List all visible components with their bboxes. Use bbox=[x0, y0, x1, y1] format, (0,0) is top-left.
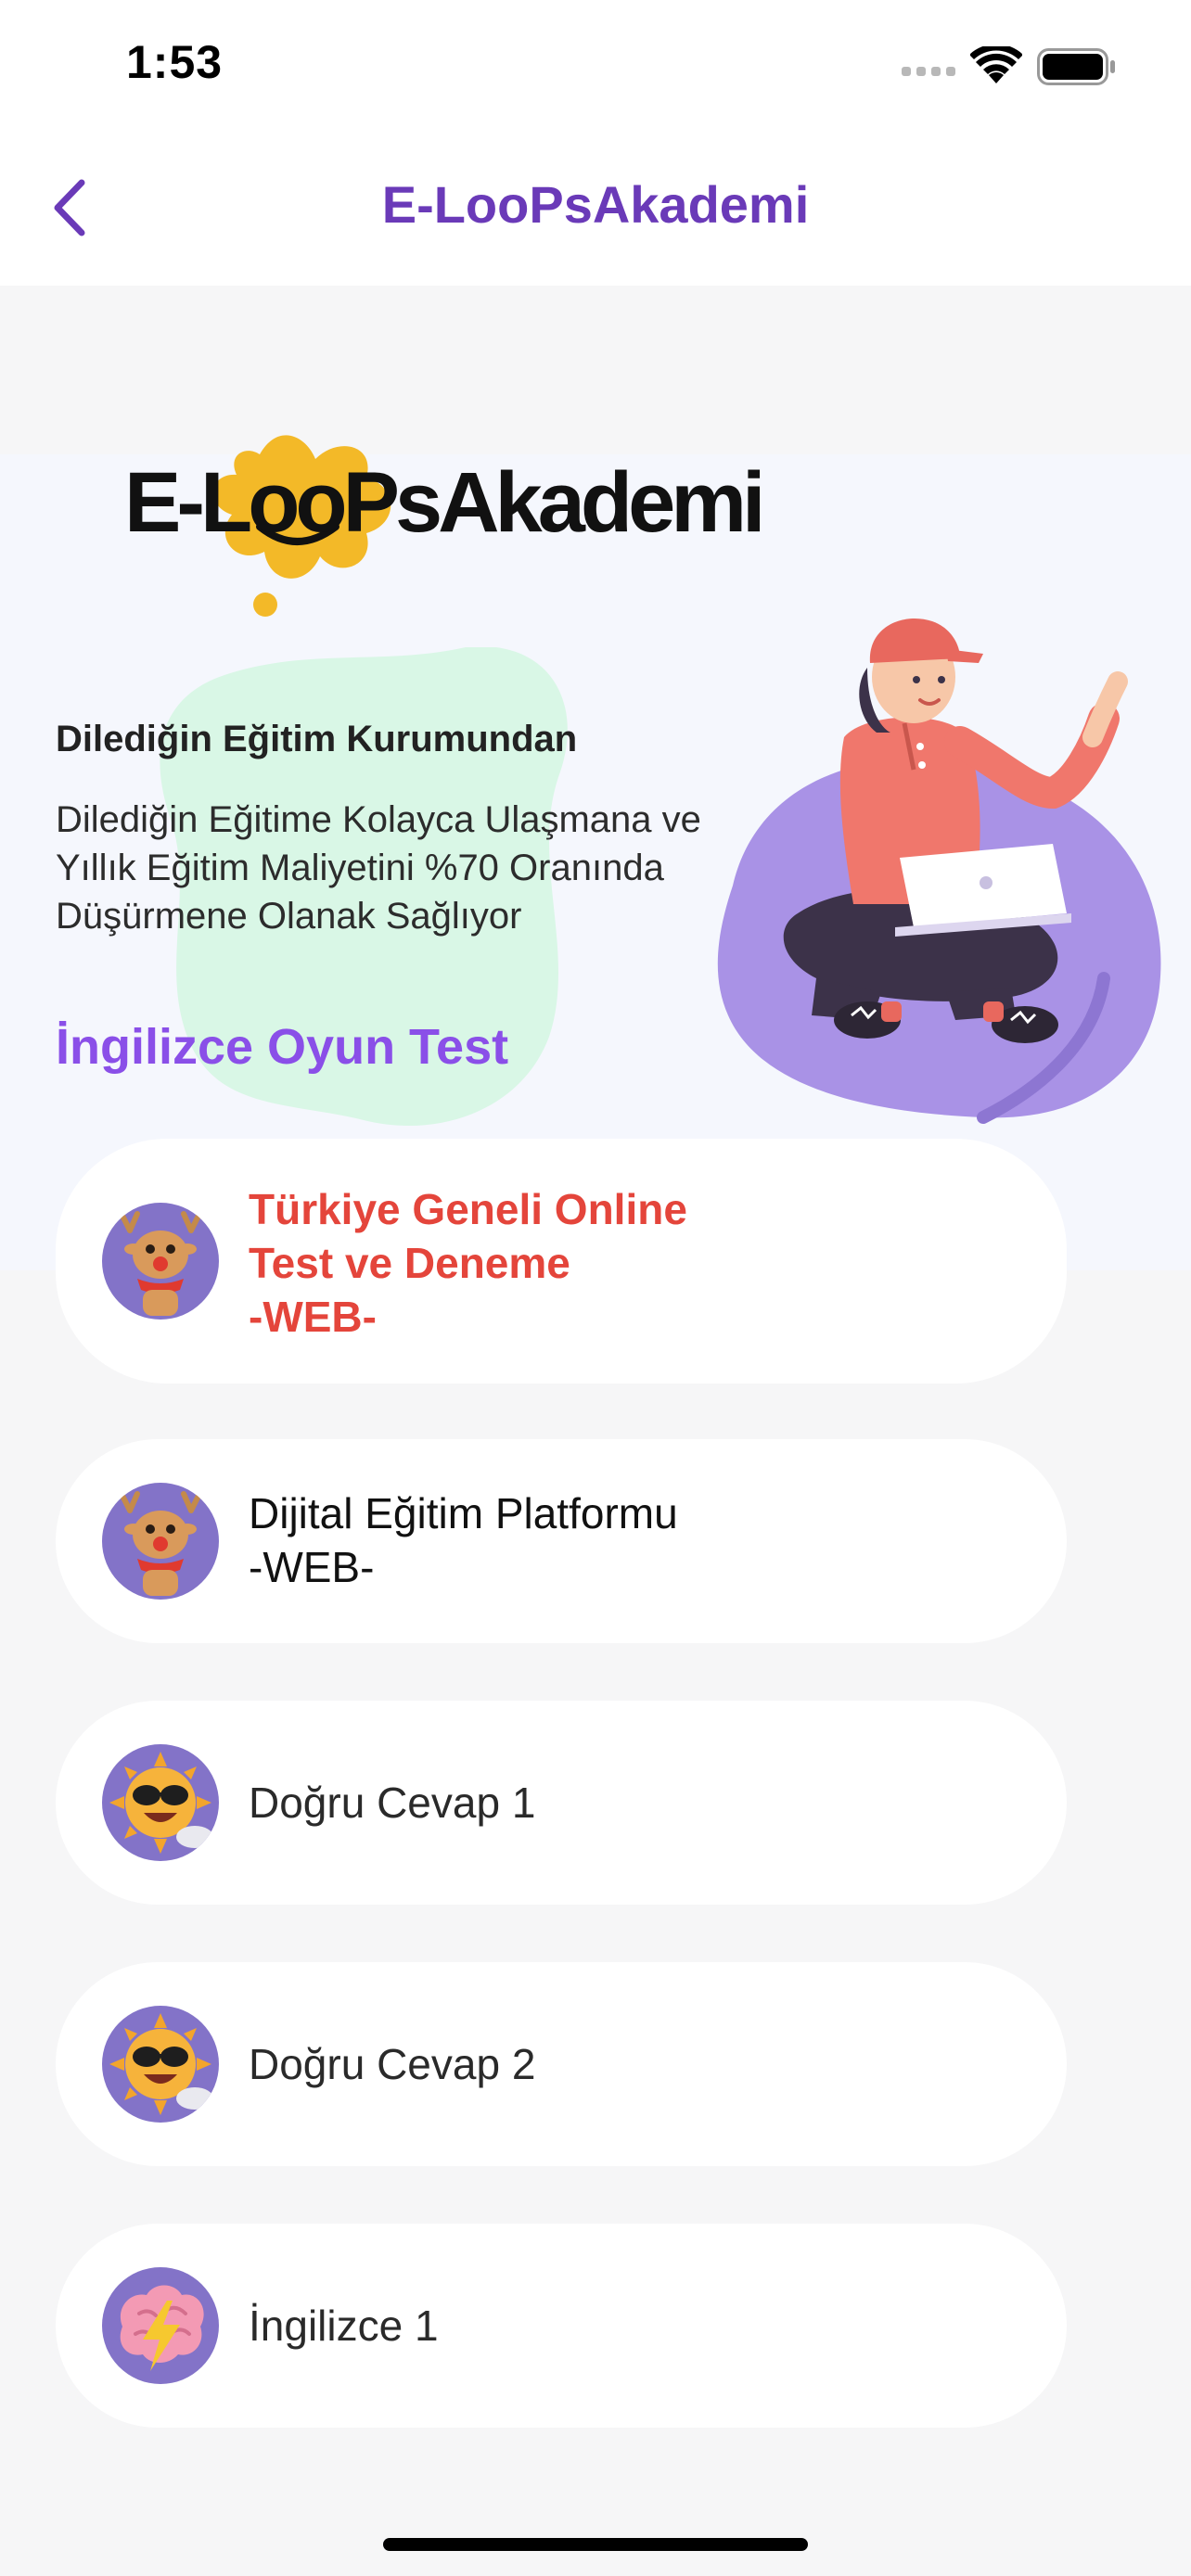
status-bar: 1:53 bbox=[0, 0, 1191, 130]
logo-wordmark: E-LooPsAkademi bbox=[124, 455, 766, 550]
battery-icon bbox=[1037, 48, 1115, 85]
navigation-bar: E-LooPsAkademi bbox=[0, 130, 1191, 286]
brain-lightning-icon bbox=[102, 2267, 219, 2384]
list-item-dijital-egitim[interactable]: Dijital Eğitim Platformu -WEB- bbox=[56, 1439, 1067, 1643]
list-item-ingilizce-1[interactable]: İngilizce 1 bbox=[56, 2224, 1067, 2428]
item-label: İngilizce 1 bbox=[249, 2302, 439, 2350]
item-label: Türkiye Geneli Online Test ve Deneme -WE… bbox=[249, 1185, 687, 1341]
hero-description: Dilediğin Eğitime Kolayca Ulaşmana ve Yı… bbox=[56, 799, 701, 937]
item-label: Dijital Eğitim Platformu -WEB- bbox=[249, 1489, 678, 1591]
item-label: Doğru Cevap 2 bbox=[249, 2040, 536, 2088]
app-screen: 1:53 E-LooPsAkademi E-LooPsAkademi Diled… bbox=[0, 0, 1191, 2576]
page-title: E-LooPsAkademi bbox=[381, 175, 810, 234]
item-label: Doğru Cevap 1 bbox=[249, 1779, 536, 1827]
reindeer-icon bbox=[102, 1483, 219, 1600]
brand-logo: E-LooPsAkademi bbox=[121, 417, 766, 631]
wifi-icon bbox=[970, 46, 1022, 83]
list-item-dogru-cevap-2[interactable]: Doğru Cevap 2 bbox=[56, 1962, 1067, 2166]
cool-sun-icon bbox=[102, 2006, 219, 2123]
status-time: 1:53 bbox=[126, 36, 224, 88]
reindeer-icon bbox=[102, 1203, 219, 1320]
list-item-turkiye-geneli[interactable]: Türkiye Geneli Online Test ve Deneme -WE… bbox=[56, 1139, 1067, 1384]
list-item-dogru-cevap-1[interactable]: Doğru Cevap 1 bbox=[56, 1701, 1067, 1905]
cellular-signal-icon bbox=[902, 67, 955, 76]
hero-heading: Dilediğin Eğitim Kurumundan bbox=[56, 719, 578, 759]
home-indicator[interactable] bbox=[383, 2538, 808, 2551]
section-title: İngilizce Oyun Test bbox=[56, 1019, 509, 1075]
cool-sun-icon bbox=[102, 1744, 219, 1861]
